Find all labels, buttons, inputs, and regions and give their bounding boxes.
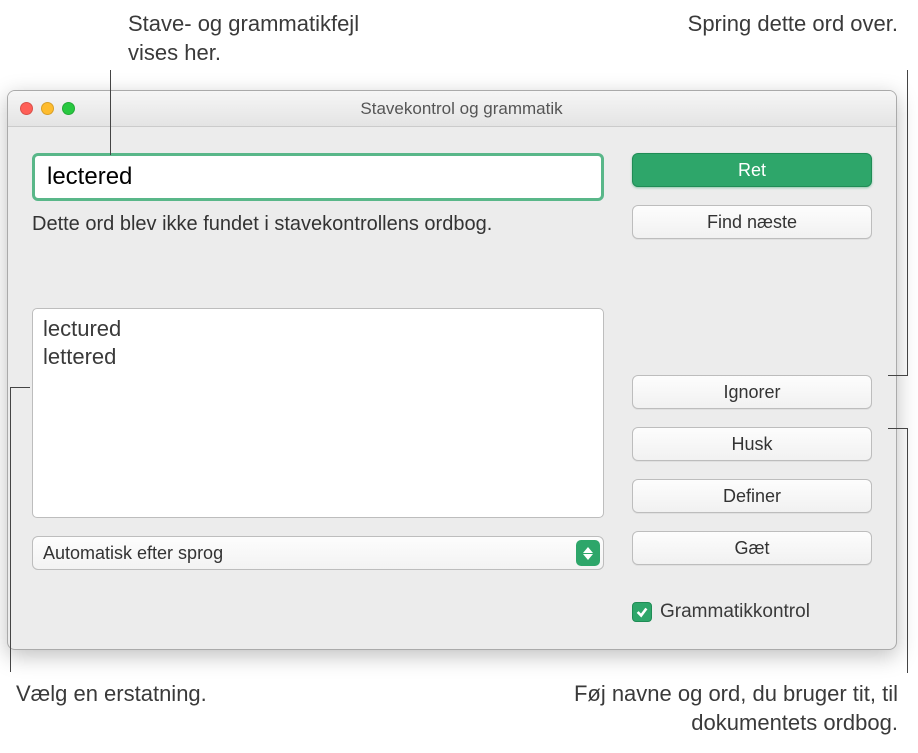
correct-button[interactable]: Ret: [632, 153, 872, 187]
spelling-grammar-dialog: Stavekontrol og grammatik lectered Dette…: [7, 90, 897, 650]
suggestion-item[interactable]: lectured: [43, 315, 593, 343]
suggestion-item[interactable]: lettered: [43, 343, 593, 371]
error-explanation: Dette ord blev ikke fundet i stavekontro…: [32, 211, 532, 238]
find-next-button-label: Find næste: [707, 212, 797, 233]
dialog-title: Stavekontrol og grammatik: [27, 99, 896, 119]
titlebar: Stavekontrol og grammatik: [8, 91, 896, 127]
define-button-label: Definer: [723, 486, 781, 507]
error-word-field[interactable]: lectered: [32, 153, 604, 201]
language-select-value: Automatisk efter sprog: [43, 543, 223, 564]
suggestion-list[interactable]: lecturedlettered: [32, 308, 604, 518]
grammar-check-checkbox[interactable]: [632, 602, 652, 622]
callout-bottom-right: Føj navne og ord, du bruger tit, til dok…: [468, 680, 898, 737]
callout-bottom-left: Vælg en erstatning.: [16, 680, 216, 709]
correct-button-label: Ret: [738, 160, 766, 181]
language-select[interactable]: Automatisk efter sprog: [32, 536, 604, 570]
callout-top-left: Stave- og grammatikfejl vises her.: [128, 10, 408, 67]
guess-button-label: Gæt: [734, 538, 769, 559]
ignore-button-label: Ignorer: [723, 382, 780, 403]
guess-button[interactable]: Gæt: [632, 531, 872, 565]
define-button[interactable]: Definer: [632, 479, 872, 513]
error-word-text: lectered: [47, 163, 132, 191]
ignore-button[interactable]: Ignorer: [632, 375, 872, 409]
learn-button[interactable]: Husk: [632, 427, 872, 461]
callout-top-right: Spring dette ord over.: [638, 10, 898, 39]
grammar-check-label: Grammatikkontrol: [660, 601, 810, 623]
learn-button-label: Husk: [731, 434, 772, 455]
chevron-updown-icon: [576, 540, 600, 566]
find-next-button[interactable]: Find næste: [632, 205, 872, 239]
